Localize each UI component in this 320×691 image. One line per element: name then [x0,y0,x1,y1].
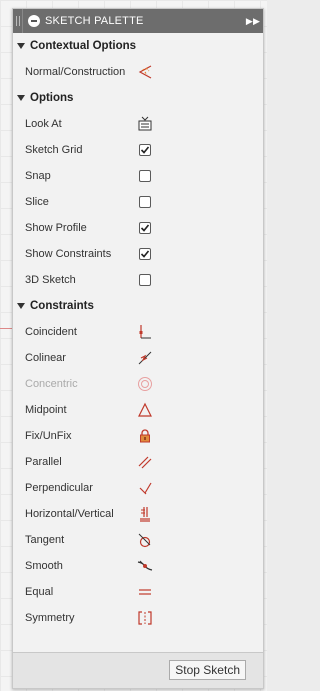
3d-sketch-checkbox[interactable] [139,274,151,286]
row-tangent[interactable]: Tangent [13,527,263,553]
sketch-grid-checkbox[interactable] [139,144,151,156]
section-options[interactable]: Options [13,85,263,111]
row-label: Snap [25,170,51,182]
sketch-palette: SKETCH PALETTE ▶▶ Contextual Options Nor… [12,8,264,689]
palette-titlebar[interactable]: SKETCH PALETTE ▶▶ [13,9,263,33]
row-equal[interactable]: Equal [13,579,263,605]
row-label: Horizontal/Vertical [25,508,114,520]
midpoint-icon[interactable] [137,402,153,418]
row-3d-sketch[interactable]: 3D Sketch [13,267,263,293]
collapse-triangle-icon[interactable] [17,303,25,309]
row-label: Coincident [25,326,77,338]
row-label: Symmetry [25,612,75,624]
row-normal-construction[interactable]: Normal/Construction [13,59,263,85]
tangent-icon[interactable] [137,532,153,548]
row-fix-unfix[interactable]: Fix/UnFix [13,423,263,449]
snap-checkbox[interactable] [139,170,151,182]
row-label: 3D Sketch [25,274,76,286]
row-label: Show Profile [25,222,87,234]
row-concentric[interactable]: Concentric [13,371,263,397]
row-show-profile[interactable]: Show Profile [13,215,263,241]
section-title: Options [30,92,74,104]
row-midpoint[interactable]: Midpoint [13,397,263,423]
row-label: Slice [25,196,49,208]
symmetry-icon[interactable] [137,610,153,626]
lock-icon[interactable] [137,428,153,444]
colinear-icon[interactable] [137,350,153,366]
drag-handle-icon[interactable] [13,9,23,33]
collapse-icon[interactable] [28,15,40,27]
row-look-at[interactable]: Look At [13,111,263,137]
row-label: Fix/UnFix [25,430,72,442]
equal-icon[interactable] [137,584,153,600]
row-colinear[interactable]: Colinear [13,345,263,371]
stop-sketch-button[interactable]: Stop Sketch [169,660,246,680]
row-sketch-grid[interactable]: Sketch Grid [13,137,263,163]
coincident-icon[interactable] [137,324,153,340]
row-smooth[interactable]: Smooth [13,553,263,579]
row-label: Look At [25,118,62,130]
row-perpendicular[interactable]: Perpendicular [13,475,263,501]
row-label: Concentric [25,378,78,390]
section-title: Constraints [30,300,94,312]
row-label: Colinear [25,352,66,364]
row-symmetry[interactable]: Symmetry [13,605,263,631]
row-label: Parallel [25,456,62,468]
parallel-icon[interactable] [137,454,153,470]
row-label: Sketch Grid [25,144,83,156]
palette-footer: Stop Sketch [13,652,263,688]
row-label: Smooth [25,560,63,572]
row-label: Tangent [25,534,65,546]
palette-title: SKETCH PALETTE [45,15,144,27]
section-constraints[interactable]: Constraints [13,293,263,319]
perpendicular-icon[interactable] [137,480,153,496]
smooth-icon[interactable] [137,558,153,574]
section-contextual-options[interactable]: Contextual Options [13,33,263,59]
row-label: Normal/Construction [25,66,126,78]
row-label: Midpoint [25,404,67,416]
collapse-triangle-icon[interactable] [17,43,25,49]
concentric-icon[interactable] [137,376,153,392]
row-label: Perpendicular [25,482,93,494]
show-constraints-checkbox[interactable] [139,248,151,260]
look-at-icon[interactable] [137,116,153,132]
slice-checkbox[interactable] [139,196,151,208]
row-show-constraints[interactable]: Show Constraints [13,241,263,267]
normal-construction-icon[interactable] [137,64,153,80]
collapse-triangle-icon[interactable] [17,95,25,101]
row-label: Show Constraints [25,248,112,260]
row-slice[interactable]: Slice [13,189,263,215]
show-profile-checkbox[interactable] [139,222,151,234]
row-label: Equal [25,586,54,598]
section-title: Contextual Options [30,40,137,52]
expand-icon[interactable]: ▶▶ [243,16,263,27]
row-coincident[interactable]: Coincident [13,319,263,345]
row-snap[interactable]: Snap [13,163,263,189]
canvas-sketch-line [0,328,12,329]
palette-body: Contextual Options Normal/Construction O… [13,33,263,631]
row-parallel[interactable]: Parallel [13,449,263,475]
horizontal-vertical-icon[interactable] [137,506,153,522]
row-horizontal-vertical[interactable]: Horizontal/Vertical [13,501,263,527]
